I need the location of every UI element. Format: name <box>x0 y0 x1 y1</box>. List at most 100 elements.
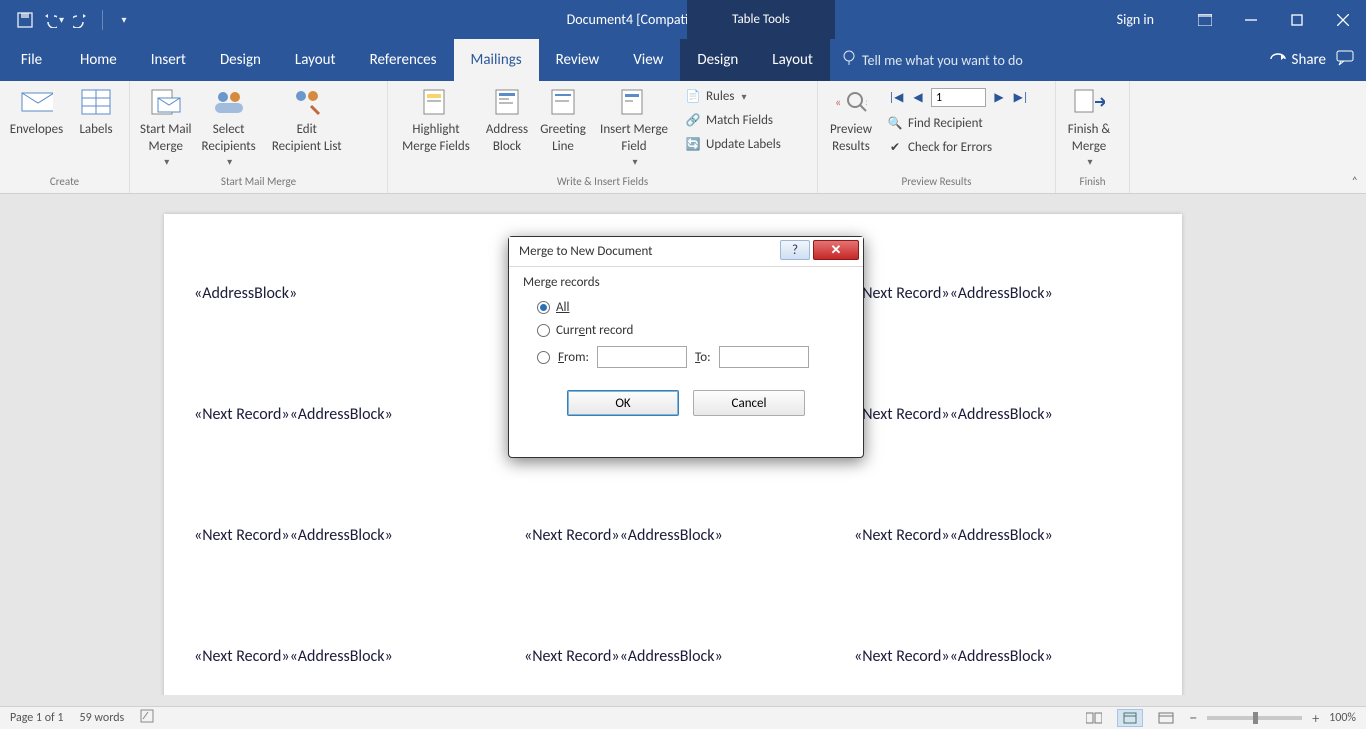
rules-button[interactable]: 📄Rules▾ <box>681 86 785 106</box>
dialog-body: Merge records All Current record From: T… <box>509 267 863 424</box>
status-words[interactable]: 59 words <box>80 711 125 725</box>
ok-button[interactable]: OK <box>567 390 679 416</box>
group-finish-label: Finish <box>1061 175 1124 193</box>
tab-references[interactable]: References <box>353 39 454 81</box>
to-input[interactable] <box>719 346 809 368</box>
insert-merge-field-button[interactable]: Insert Merge Field▾ <box>591 84 677 170</box>
check-errors-icon: ✔ <box>887 139 903 155</box>
find-recipient-button[interactable]: 🔍Find Recipient <box>883 113 1034 133</box>
signin-link[interactable]: Sign in <box>1117 11 1154 28</box>
match-fields-button[interactable]: 🔗Match Fields <box>681 110 785 130</box>
edit-recipient-list-icon <box>291 86 323 118</box>
ribbon-display-options-icon[interactable] <box>1182 0 1228 39</box>
dialog-help-icon[interactable]: ? <box>780 240 810 260</box>
save-icon[interactable] <box>14 9 36 31</box>
start-mail-merge-button[interactable]: Start Mail Merge▾ <box>135 84 197 170</box>
label-cell[interactable]: «Next Record»«AddressBlock» <box>524 526 854 545</box>
qat-separator <box>102 10 103 30</box>
close-icon[interactable] <box>1320 0 1366 39</box>
collapse-ribbon-icon[interactable]: ˄ <box>1352 175 1358 189</box>
status-page[interactable]: Page 1 of 1 <box>10 711 64 725</box>
merge-records-label: Merge records <box>523 275 849 290</box>
print-layout-icon[interactable] <box>1117 709 1143 727</box>
group-finish: Finish & Merge▾ Finish <box>1056 81 1130 193</box>
cancel-button[interactable]: Cancel <box>693 390 805 416</box>
zoom-out-icon[interactable]: − <box>1189 709 1197 728</box>
group-preview-label: Preview Results <box>823 175 1050 193</box>
title-bar: ▾ ▾ Document4 [Compatibility Mode] - Wor… <box>0 0 1366 39</box>
tab-view[interactable]: View <box>616 39 680 81</box>
radio-current[interactable] <box>537 324 550 337</box>
group-start-mail-merge: Start Mail Merge▾ Select Recipients▾ Edi… <box>130 81 388 193</box>
dialog-close-icon[interactable]: ✕ <box>813 240 859 260</box>
share-label: Share <box>1292 51 1326 69</box>
option-all[interactable]: All <box>523 296 849 319</box>
tab-review[interactable]: Review <box>539 39 617 81</box>
labels-button[interactable]: Labels <box>68 84 124 140</box>
status-proofing-icon[interactable] <box>140 709 156 727</box>
update-labels-button[interactable]: 🔄Update Labels <box>681 134 785 154</box>
label-cell[interactable]: «AddressBlock» <box>194 284 524 303</box>
find-recipient-icon: 🔍 <box>887 115 903 131</box>
check-errors-button[interactable]: ✔Check for Errors <box>883 137 1034 157</box>
first-record-icon[interactable]: |◀ <box>887 89 905 107</box>
preview-results-button[interactable]: «» Preview Results <box>823 84 879 157</box>
zoom-in-icon[interactable]: + <box>1312 710 1319 727</box>
minimize-icon[interactable] <box>1228 0 1274 39</box>
prev-record-icon[interactable]: ◀ <box>909 89 927 107</box>
label-cell[interactable]: «Next Record»«AddressBlock» <box>854 405 1184 424</box>
dialog-title: Merge to New Document <box>519 244 653 259</box>
tell-me-placeholder: Tell me what you want to do <box>862 52 1023 69</box>
tab-file[interactable]: File <box>0 39 63 81</box>
option-from-row[interactable]: From: To: <box>523 342 849 372</box>
title-right: Sign in <box>1117 0 1366 39</box>
comments-icon[interactable] <box>1336 50 1354 71</box>
zoom-level[interactable]: 100% <box>1329 711 1356 725</box>
tab-design[interactable]: Design <box>203 39 278 81</box>
radio-all[interactable] <box>537 301 550 314</box>
finish-merge-button[interactable]: Finish & Merge▾ <box>1061 84 1117 170</box>
greeting-line-button[interactable]: Greeting Line <box>535 84 591 157</box>
redo-icon[interactable] <box>70 9 92 31</box>
label-cell[interactable]: «Next Record»«AddressBlock» <box>854 284 1184 303</box>
option-current[interactable]: Current record <box>523 319 849 342</box>
share-button[interactable]: Share <box>1270 51 1326 70</box>
record-number-input[interactable] <box>931 88 986 107</box>
read-mode-icon[interactable] <box>1081 709 1107 727</box>
tab-table-design[interactable]: Design <box>680 39 755 81</box>
tell-me-search[interactable]: Tell me what you want to do <box>830 39 1023 81</box>
tab-home[interactable]: Home <box>63 39 134 81</box>
group-create-label: Create <box>5 175 124 193</box>
highlight-merge-fields-button[interactable]: Highlight Merge Fields <box>393 84 479 157</box>
tab-mailings[interactable]: Mailings <box>454 39 539 81</box>
label-cell[interactable]: «Next Record»«AddressBlock» <box>194 526 524 545</box>
group-create: Envelopes Labels Create <box>0 81 130 193</box>
envelopes-button[interactable]: Envelopes <box>5 84 68 140</box>
from-input[interactable] <box>597 346 687 368</box>
zoom-slider[interactable] <box>1207 716 1302 720</box>
qat-customize-icon[interactable]: ▾ <box>113 9 135 31</box>
insert-merge-field-icon <box>618 86 650 118</box>
label-cell[interactable]: «Next Record»«AddressBlock» <box>524 647 854 666</box>
zoom-thumb[interactable] <box>1253 712 1258 724</box>
maximize-icon[interactable] <box>1274 0 1320 39</box>
group-preview-results: «» Preview Results |◀ ◀ ▶ ▶| 🔍Find Recip… <box>818 81 1056 193</box>
label-cell[interactable]: «Next Record»«AddressBlock» <box>194 405 524 424</box>
dialog-titlebar[interactable]: Merge to New Document ? ✕ <box>509 237 863 267</box>
web-layout-icon[interactable] <box>1153 709 1179 727</box>
undo-icon[interactable]: ▾ <box>42 9 64 31</box>
label-cell[interactable]: «Next Record»«AddressBlock» <box>854 526 1184 545</box>
tab-layout[interactable]: Layout <box>278 39 353 81</box>
label-cell[interactable]: «Next Record»«AddressBlock» <box>194 647 524 666</box>
address-block-button[interactable]: Address Block <box>479 84 535 157</box>
tab-table-layout[interactable]: Layout <box>755 39 830 81</box>
select-recipients-button[interactable]: Select Recipients▾ <box>197 84 261 170</box>
next-record-icon[interactable]: ▶ <box>990 89 1008 107</box>
last-record-icon[interactable]: ▶| <box>1012 89 1030 107</box>
radio-from[interactable] <box>537 351 550 364</box>
edit-recipient-list-button[interactable]: Edit Recipient List <box>261 84 353 157</box>
group-startmm-label: Start Mail Merge <box>135 175 382 193</box>
tab-insert[interactable]: Insert <box>134 39 203 81</box>
rules-icon: 📄 <box>685 88 701 104</box>
label-cell[interactable]: «Next Record»«AddressBlock» <box>854 647 1184 666</box>
